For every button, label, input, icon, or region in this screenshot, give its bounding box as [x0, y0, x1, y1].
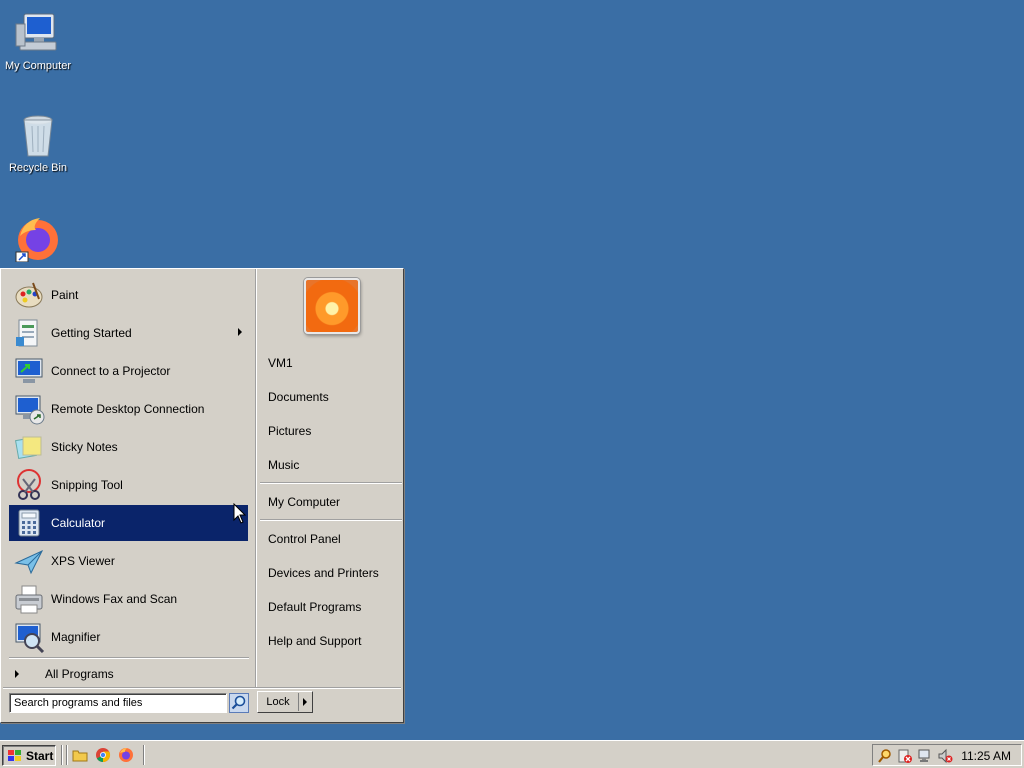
getting-started-icon	[13, 317, 45, 349]
program-snipping-tool[interactable]: Snipping Tool	[9, 467, 248, 503]
program-label: Sticky Notes	[51, 440, 118, 454]
projector-icon	[13, 355, 45, 387]
program-sticky-notes[interactable]: Sticky Notes	[9, 429, 248, 465]
taskbar-separator	[143, 745, 145, 765]
folder-icon	[72, 750, 88, 762]
recycle-bin-icon	[14, 112, 62, 160]
programs-pane: Paint Getting Started Connect to a Proje…	[3, 271, 253, 687]
start-button[interactable]: Start	[2, 745, 56, 766]
link-pictures[interactable]: Pictures	[268, 424, 311, 438]
program-label: Connect to a Projector	[51, 364, 171, 378]
start-label: Start	[26, 748, 54, 763]
submenu-arrow-icon	[238, 328, 242, 336]
expand-arrow-icon	[15, 670, 19, 678]
lock-button[interactable]: Lock	[257, 691, 313, 713]
link-default-programs[interactable]: Default Programs	[268, 600, 361, 614]
program-calculator[interactable]: Calculator	[9, 505, 248, 541]
action-center-icon[interactable]	[897, 748, 913, 764]
network-icon[interactable]	[917, 748, 933, 764]
search-placeholder: Search programs and files	[14, 697, 143, 709]
program-remote-desktop[interactable]: Remote Desktop Connection	[9, 391, 248, 427]
calculator-icon	[13, 507, 45, 539]
search-tray-icon[interactable]	[877, 748, 893, 764]
link-help-and-support[interactable]: Help and Support	[268, 634, 361, 648]
program-label: XPS Viewer	[51, 554, 115, 568]
link-documents[interactable]: Documents	[268, 390, 329, 404]
footer-separator	[3, 687, 401, 689]
start-menu: Paint Getting Started Connect to a Proje…	[0, 268, 404, 723]
taskbar: Start 11:25 AM	[0, 740, 1024, 768]
quicklaunch-chrome[interactable]	[95, 747, 111, 763]
places-pane: VM1 Documents Pictures Music My Computer…	[255, 269, 404, 689]
taskbar-separator	[66, 745, 68, 765]
program-paint[interactable]: Paint	[9, 277, 248, 313]
volume-muted-icon[interactable]	[937, 748, 953, 764]
quicklaunch-explorer[interactable]	[72, 747, 88, 763]
taskbar-separator	[61, 745, 63, 765]
xps-viewer-icon	[13, 545, 45, 577]
chrome-icon	[96, 748, 111, 763]
computer-icon	[14, 10, 62, 58]
program-label: Calculator	[51, 516, 106, 530]
places-separator	[260, 482, 402, 484]
paint-icon	[13, 279, 45, 311]
program-label: Remote Desktop Connection	[51, 402, 205, 416]
desktop-icon-label: My Computer	[4, 60, 72, 72]
system-tray: 11:25 AM	[872, 744, 1022, 766]
program-connect-to-projector[interactable]: Connect to a Projector	[9, 353, 248, 389]
firefox-icon	[14, 214, 62, 263]
desktop-icon-recycle-bin[interactable]: Recycle Bin	[0, 112, 78, 174]
scissors-icon	[13, 469, 45, 501]
search-input[interactable]: Search programs and files	[9, 693, 227, 713]
sticky-notes-icon	[13, 431, 45, 463]
program-magnifier[interactable]: Magnifier	[9, 619, 248, 655]
search-icon	[231, 695, 246, 710]
windows-flag-icon	[7, 749, 23, 763]
quicklaunch-firefox[interactable]	[118, 747, 134, 763]
link-devices-and-printers[interactable]: Devices and Printers	[268, 566, 379, 580]
lock-label: Lock	[258, 693, 299, 711]
program-label: Windows Fax and Scan	[51, 592, 178, 606]
places-separator	[260, 519, 402, 521]
program-getting-started[interactable]: Getting Started	[9, 315, 248, 351]
program-label: Getting Started	[51, 326, 132, 340]
user-picture[interactable]	[304, 278, 360, 334]
firefox-icon	[119, 748, 133, 762]
search-row: Search programs and files Lock	[7, 691, 399, 719]
remote-desktop-icon	[13, 393, 45, 425]
magnifier-icon	[13, 621, 45, 654]
fax-scan-icon	[13, 583, 45, 615]
search-button[interactable]	[229, 693, 249, 713]
program-label: Paint	[51, 288, 79, 302]
program-label: Magnifier	[51, 630, 101, 644]
desktop-icon-label: Recycle Bin	[8, 162, 68, 174]
desktop-icon-firefox[interactable]	[0, 214, 78, 264]
programs-separator	[9, 657, 249, 659]
link-my-computer[interactable]: My Computer	[268, 495, 340, 509]
link-user-folder[interactable]: VM1	[268, 356, 293, 370]
desktop-icon-my-computer[interactable]: My Computer	[0, 10, 78, 72]
program-label: Snipping Tool	[51, 478, 123, 492]
all-programs-label: All Programs	[45, 667, 114, 681]
program-windows-fax-and-scan[interactable]: Windows Fax and Scan	[9, 581, 248, 617]
lock-options-arrow-icon[interactable]	[303, 698, 307, 706]
program-xps-viewer[interactable]: XPS Viewer	[9, 543, 248, 579]
link-control-panel[interactable]: Control Panel	[268, 532, 341, 546]
link-music[interactable]: Music	[268, 458, 299, 472]
system-clock[interactable]: 11:25 AM	[961, 749, 1011, 763]
all-programs-button[interactable]: All Programs	[11, 663, 114, 685]
